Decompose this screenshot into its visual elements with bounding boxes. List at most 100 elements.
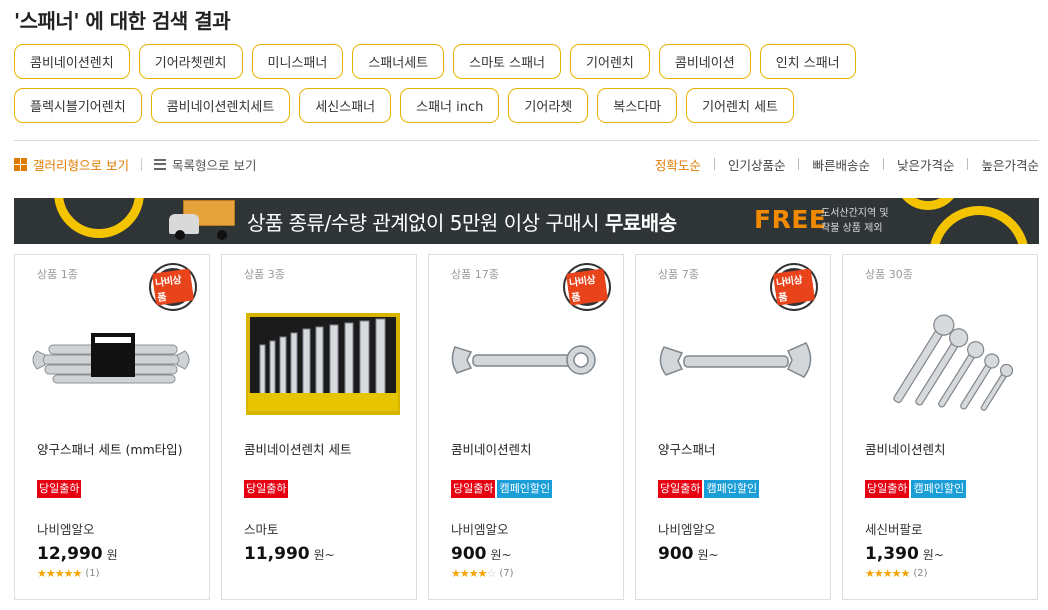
list-view-toggle[interactable]: 목록형으로 보기 bbox=[153, 155, 256, 174]
rating-stars-icon: ★★★★☆ bbox=[451, 567, 496, 580]
price-unit: 원~ bbox=[922, 548, 944, 562]
campaign-discount-chip: 캠페인할인 bbox=[704, 480, 760, 498]
product-price: 12,990 원 bbox=[37, 544, 118, 564]
product-rating: ★★★★★ (1) bbox=[37, 567, 99, 580]
open-end-wrench-icon bbox=[650, 307, 818, 417]
navi-product-badge-icon: 나비상품 bbox=[772, 265, 816, 309]
free-shipping-banner[interactable]: 상품 종류/수량 관계없이 5만원 이상 구매시 무료배송 FREE 도서산간지… bbox=[14, 198, 1039, 244]
product-chips: 당일출하 캠페인할인 bbox=[658, 480, 760, 498]
product-name[interactable]: 양구스패너 bbox=[658, 441, 818, 458]
decor-circle bbox=[894, 198, 962, 210]
product-chips: 당일출하 캠페인할인 bbox=[865, 480, 967, 498]
keyword-tag[interactable]: 기어렌치 세트 bbox=[686, 88, 794, 123]
gallery-view-toggle[interactable]: 갤러리형으로 보기 bbox=[14, 155, 129, 174]
banner-text-bold: 무료배송 bbox=[604, 211, 677, 235]
keyword-tag[interactable]: 세신스패너 bbox=[299, 88, 392, 123]
review-count: (7) bbox=[499, 568, 514, 579]
banner-note-line: 도서산간지역 및 bbox=[821, 208, 889, 219]
price-value: 900 bbox=[658, 544, 694, 564]
keyword-tag[interactable]: 기어렌치 bbox=[570, 44, 650, 79]
price-value: 12,990 bbox=[37, 544, 103, 564]
price-unit: 원~ bbox=[313, 548, 335, 562]
product-card[interactable]: 상품 7종 나비상품양구스패너당일출하 캠페인할인나비엠알오 900 원~ bbox=[635, 254, 831, 600]
product-card[interactable]: 상품 17종 나비상품 콤비네이션렌치 당일출하 캠페인할인 나비엠알오 900 원~ ★★★★… bbox=[428, 254, 624, 600]
sort-option[interactable]: 정확도순 bbox=[655, 155, 701, 174]
sort-options: 정확도순 인기상품순 빠른배송순 낮은가격순 높은가격순 bbox=[655, 155, 1039, 174]
product-chips: 당일출하 bbox=[244, 480, 289, 498]
price-value: 900 bbox=[451, 544, 487, 564]
product-price: 900 원~ bbox=[451, 544, 512, 564]
keyword-tag[interactable]: 인치 스패너 bbox=[759, 44, 856, 79]
product-price: 900 원~ bbox=[658, 544, 719, 564]
sort-option[interactable]: 인기상품순 bbox=[728, 155, 786, 174]
separator bbox=[882, 158, 884, 170]
same-day-shipping-chip: 당일출하 bbox=[37, 480, 82, 498]
sort-option[interactable]: 높은가격순 bbox=[981, 155, 1039, 174]
keyword-tag[interactable]: 스패너세트 bbox=[352, 44, 445, 79]
sort-option[interactable]: 낮은가격순 bbox=[897, 155, 955, 174]
keyword-tag[interactable]: 미니스패너 bbox=[251, 44, 344, 79]
wrench-pouch-set-icon bbox=[236, 307, 404, 417]
campaign-discount-chip: 캠페인할인 bbox=[497, 480, 553, 498]
navi-product-badge-icon: 나비상품 bbox=[565, 265, 609, 309]
keyword-tag[interactable]: 콤비네이션렌치 bbox=[14, 44, 130, 79]
review-count: (1) bbox=[85, 568, 100, 579]
same-day-shipping-chip: 당일출하 bbox=[451, 480, 496, 498]
navi-product-badge-icon: 나비상품 bbox=[151, 265, 195, 309]
gallery-view-label: 갤러리형으로 보기 bbox=[33, 157, 129, 173]
product-name[interactable]: 콤비네이션렌치 bbox=[451, 441, 611, 458]
price-unit: 원~ bbox=[490, 548, 512, 562]
decor-circle bbox=[54, 198, 144, 238]
product-name[interactable]: 양구스패너 세트 (mm타입) bbox=[37, 441, 197, 458]
product-price: 1,390 원~ bbox=[865, 544, 944, 564]
banner-note: 도서산간지역 및 착불 상품 제외 bbox=[821, 206, 889, 236]
variant-count: 상품 7종 bbox=[658, 268, 699, 281]
review-count: (2) bbox=[913, 568, 928, 579]
tag-row: 콤비네이션렌치 기어라쳇렌치 미니스패너 스패너세트 스마토 스패너 기어렌치 콤비네이션 인… bbox=[14, 44, 1044, 79]
separator bbox=[713, 158, 715, 170]
seller-name: 나비엠알오 bbox=[658, 522, 716, 537]
keyword-tag[interactable]: 기어라쳇 bbox=[508, 88, 589, 123]
price-unit: 원 bbox=[106, 548, 118, 562]
tag-row: 플렉시블기어렌치 콤비네이션렌치세트 세신스패너 스패너 inch 기어라쳇 복스다마 기어… bbox=[14, 88, 1044, 123]
same-day-shipping-chip: 당일출하 bbox=[658, 480, 703, 498]
product-card[interactable]: 상품 30종콤비네이션렌치당일출하 캠페인할인세신버팔로 1,390 원~ ★★★★★(… bbox=[842, 254, 1038, 600]
badge-label: 나비상품 bbox=[565, 268, 609, 306]
keyword-tag[interactable]: 스마토 스패너 bbox=[453, 44, 562, 79]
combination-wrench-icon bbox=[443, 307, 611, 417]
product-name[interactable]: 콤비네이션렌치 세트 bbox=[244, 441, 404, 458]
price-unit: 원~ bbox=[697, 548, 719, 562]
keyword-tag[interactable]: 콤비네이션 bbox=[658, 44, 751, 79]
banner-text: 상품 종류/수량 관계없이 5만원 이상 구매시 무료배송 bbox=[247, 207, 677, 236]
variant-count: 상품 3종 bbox=[244, 268, 285, 281]
seller-name: 세신버팔로 bbox=[865, 522, 923, 537]
price-value: 11,990 bbox=[244, 544, 310, 564]
product-rating: ★★★★☆ (7) bbox=[451, 567, 514, 580]
rating-stars-icon: ★★★★★ bbox=[37, 567, 82, 580]
product-name[interactable]: 콤비네이션렌치 bbox=[865, 441, 1025, 458]
variant-count: 상품 30종 bbox=[865, 268, 913, 281]
banner-text-prefix: 상품 종류/수량 관계없이 5만원 이상 구매시 bbox=[247, 211, 605, 235]
delivery-truck-icon bbox=[169, 200, 239, 240]
same-day-shipping-chip: 당일출하 bbox=[865, 480, 910, 498]
seller-name: 나비엠알오 bbox=[37, 522, 95, 537]
keyword-tag[interactable]: 기어라쳇렌치 bbox=[138, 44, 243, 79]
keyword-tag[interactable]: 복스다마 bbox=[597, 88, 678, 123]
product-rating: ★★★★★ (2) bbox=[865, 567, 927, 580]
product-card[interactable]: 상품 1종 나비상품 양구스패너 세트 (mm타입) 당일출하 나비엠알오 12,990 원… bbox=[14, 254, 210, 600]
product-card[interactable]: 상품 3종콤비네이션렌치 세트당일출하스마토 11,990 원~ bbox=[221, 254, 417, 600]
related-tags: 콤비네이션렌치 기어라쳇렌치 미니스패너 스패너세트 스마토 스패너 기어렌치 콤비네이션 인… bbox=[14, 44, 1044, 132]
banner-note-line: 착불 상품 제외 bbox=[821, 223, 883, 234]
sort-option[interactable]: 빠른배송순 bbox=[812, 155, 870, 174]
keyword-tag[interactable]: 스패너 inch bbox=[400, 88, 500, 123]
list-view-icon bbox=[153, 158, 166, 170]
keyword-tag[interactable]: 콤비네이션렌치세트 bbox=[150, 88, 291, 123]
page-title: '스패너' 에 대한 검색 결과 bbox=[14, 9, 231, 33]
separator bbox=[798, 158, 800, 170]
keyword-tag[interactable]: 플렉시블기어렌치 bbox=[14, 88, 142, 123]
same-day-shipping-chip: 당일출하 bbox=[244, 480, 289, 498]
seller-name: 스마토 bbox=[244, 522, 279, 537]
grid-view-icon bbox=[14, 157, 27, 171]
wrench-set-boxed-icon bbox=[29, 307, 197, 417]
seller-name: 나비엠알오 bbox=[451, 522, 509, 537]
